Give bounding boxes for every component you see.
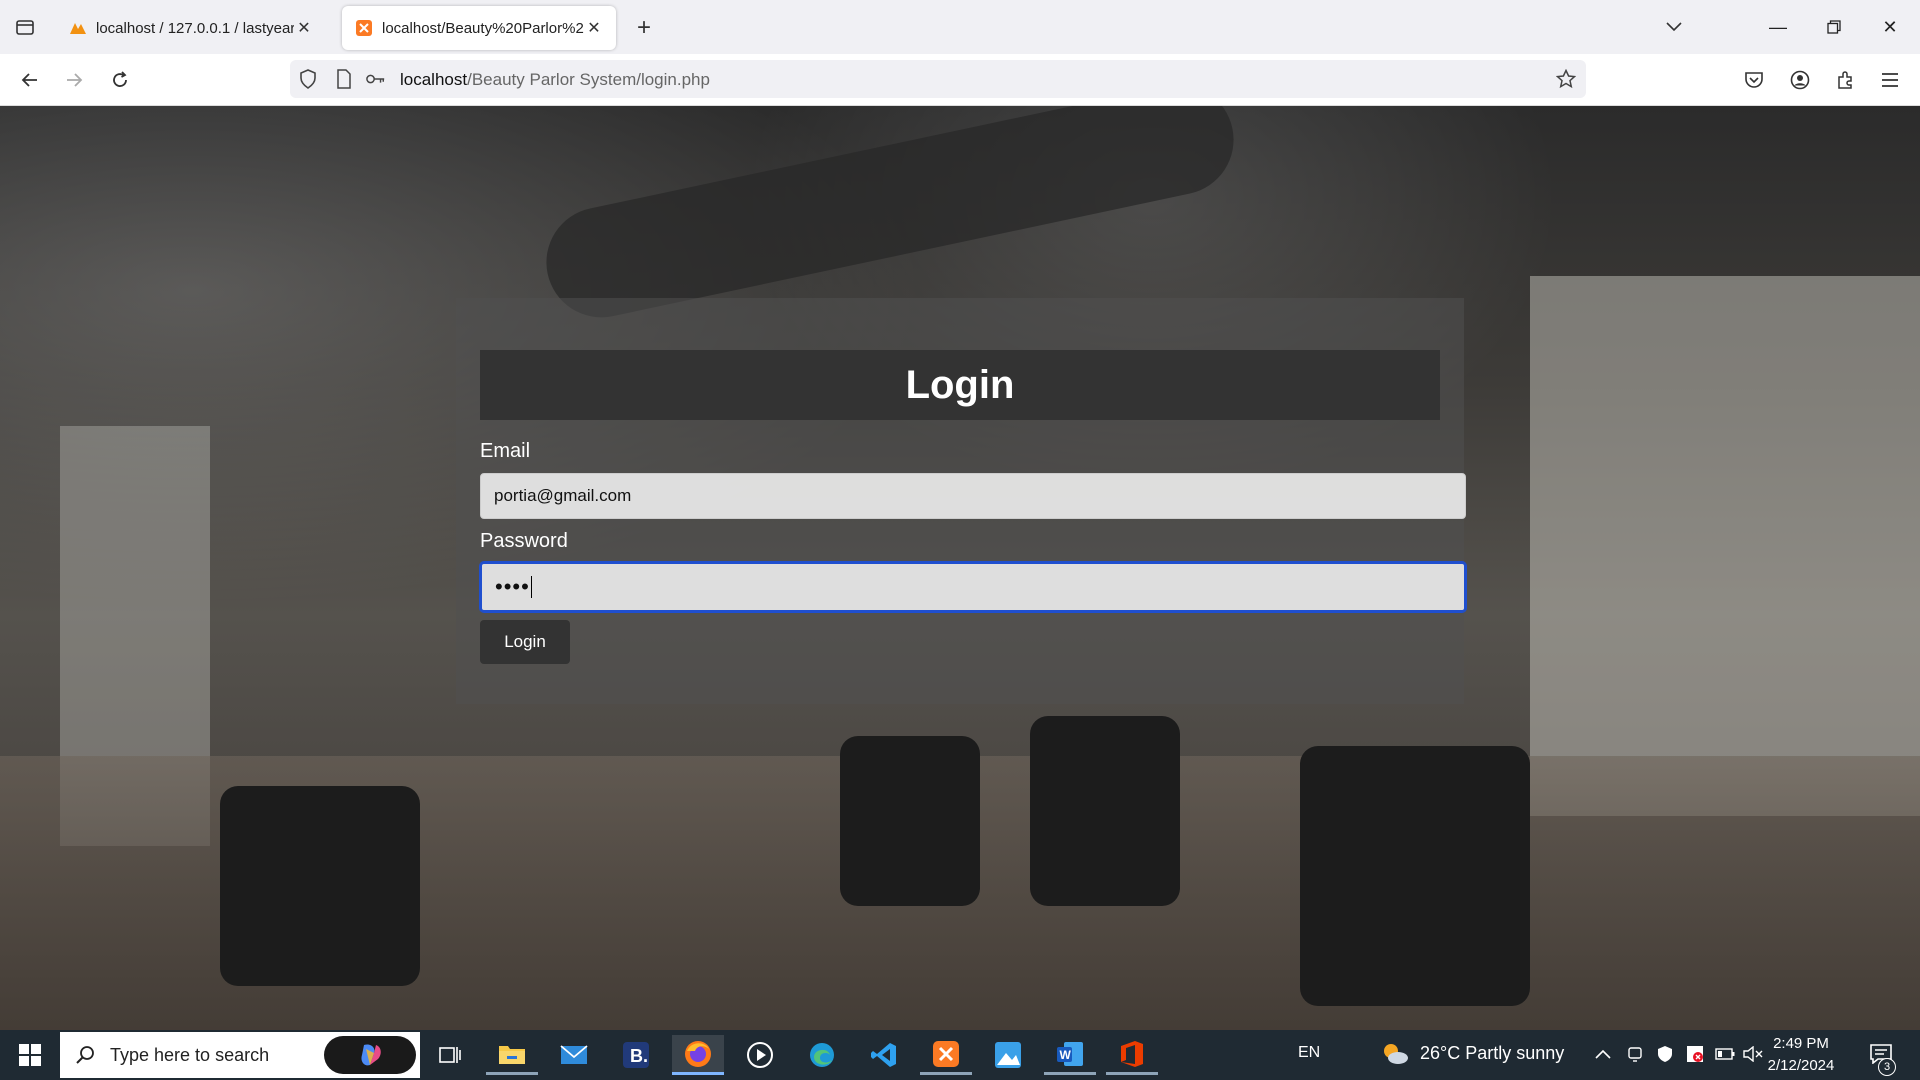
menu-icon[interactable]: [1872, 62, 1908, 98]
svg-text:B.: B.: [630, 1046, 648, 1066]
copilot-icon[interactable]: [324, 1036, 416, 1074]
bookmark-star-icon[interactable]: [1556, 69, 1576, 89]
file-explorer-icon[interactable]: [486, 1035, 538, 1075]
xampp-icon: [354, 18, 374, 38]
photos-icon[interactable]: [982, 1035, 1034, 1075]
tab-label: localhost/Beauty%20Parlor%20: [382, 19, 584, 37]
meet-now-icon[interactable]: [1624, 1042, 1646, 1066]
security-shield-icon[interactable]: [1654, 1042, 1676, 1066]
windows-taskbar: Type here to search B. W EN 26°C Partly …: [0, 1030, 1920, 1080]
list-all-tabs-icon[interactable]: [1654, 10, 1694, 44]
phpmyadmin-icon: [68, 18, 88, 38]
weather-icon[interactable]: [1380, 1042, 1410, 1066]
key-icon[interactable]: [366, 69, 386, 89]
clock-date: 2/12/2024: [1767, 1057, 1835, 1074]
browser-tab-bar: localhost / 127.0.0.1 / lastyear / ✕ loc…: [0, 0, 1920, 54]
url-text[interactable]: localhost/Beauty Parlor System/login.php: [400, 70, 710, 90]
tab-beauty-parlor[interactable]: localhost/Beauty%20Parlor%20 ✕: [342, 6, 616, 50]
clock-time: 2:49 PM: [1773, 1035, 1829, 1052]
background-image: [220, 786, 420, 986]
password-value: ••••: [495, 574, 530, 599]
b-app-icon[interactable]: B.: [610, 1035, 662, 1075]
language-indicator[interactable]: EN: [1298, 1044, 1320, 1062]
password-field[interactable]: ••••: [480, 562, 1466, 612]
background-image: [1030, 716, 1180, 906]
tab-list-icon[interactable]: [8, 10, 42, 44]
defender-alert-icon[interactable]: [1684, 1042, 1706, 1066]
tab-label: localhost / 127.0.0.1 / lastyear /: [96, 19, 294, 37]
password-label: Password: [480, 530, 568, 552]
close-tab-icon[interactable]: ✕: [584, 18, 604, 38]
word-icon[interactable]: W: [1044, 1035, 1096, 1075]
url-path: /Beauty Parlor System/login.php: [467, 70, 710, 89]
weather-text[interactable]: 26°C Partly sunny: [1420, 1043, 1564, 1064]
email-field[interactable]: portia@gmail.com: [480, 473, 1466, 519]
back-button[interactable]: [12, 62, 48, 98]
browser-nav-bar: localhost/Beauty Parlor System/login.php: [0, 54, 1920, 106]
restore-button[interactable]: [1814, 10, 1854, 44]
close-window-button[interactable]: ✕: [1870, 10, 1910, 44]
xampp-icon[interactable]: [920, 1035, 972, 1075]
text-caret: [530, 576, 532, 598]
search-icon: [74, 1044, 96, 1066]
url-host: localhost: [400, 70, 468, 89]
notification-count-badge: 3: [1878, 1058, 1896, 1076]
system-clock[interactable]: 2:49 PM 2/12/2024: [1756, 1033, 1846, 1077]
mail-icon[interactable]: [548, 1035, 600, 1075]
page-title: Login: [905, 362, 1015, 407]
close-tab-icon[interactable]: ✕: [294, 18, 314, 38]
minimize-button[interactable]: —: [1758, 10, 1798, 44]
page-viewport: Login Email portia@gmail.com Password ••…: [0, 106, 1920, 1030]
email-label: Email: [480, 440, 531, 462]
tab-phpmyadmin[interactable]: localhost / 127.0.0.1 / lastyear / ✕: [56, 6, 326, 50]
page-info-icon[interactable]: [334, 69, 354, 89]
forward-button[interactable]: [56, 62, 92, 98]
windows-start-icon[interactable]: [10, 1038, 50, 1072]
vscode-icon[interactable]: [858, 1035, 910, 1075]
show-hidden-icons-chevron-up-icon[interactable]: [1592, 1042, 1614, 1066]
background-image: [536, 106, 1244, 328]
extensions-icon[interactable]: [1828, 62, 1864, 98]
email-value: portia@gmail.com: [494, 486, 632, 505]
login-form: Login Email portia@gmail.com Password ••…: [456, 298, 1466, 704]
taskbar-search-box[interactable]: Type here to search: [60, 1032, 420, 1078]
edge-icon[interactable]: [796, 1035, 848, 1075]
background-image: [1300, 746, 1530, 1006]
task-view-icon[interactable]: [424, 1035, 476, 1075]
url-bar[interactable]: localhost/Beauty Parlor System/login.php: [290, 60, 1586, 98]
search-placeholder: Type here to search: [110, 1044, 270, 1065]
background-image: [840, 736, 980, 906]
svg-text:W: W: [1060, 1048, 1072, 1062]
login-header: Login: [480, 350, 1440, 420]
reload-button[interactable]: [102, 62, 138, 98]
pocket-icon[interactable]: [1736, 62, 1772, 98]
login-button[interactable]: Login: [480, 620, 570, 664]
media-player-icon[interactable]: [734, 1035, 786, 1075]
new-tab-button[interactable]: +: [628, 12, 660, 44]
account-icon[interactable]: [1782, 62, 1818, 98]
battery-icon[interactable]: [1714, 1042, 1736, 1066]
firefox-icon[interactable]: [672, 1035, 724, 1075]
office-icon[interactable]: [1106, 1035, 1158, 1075]
background-image: [1530, 276, 1920, 816]
shield-icon[interactable]: [298, 69, 318, 89]
